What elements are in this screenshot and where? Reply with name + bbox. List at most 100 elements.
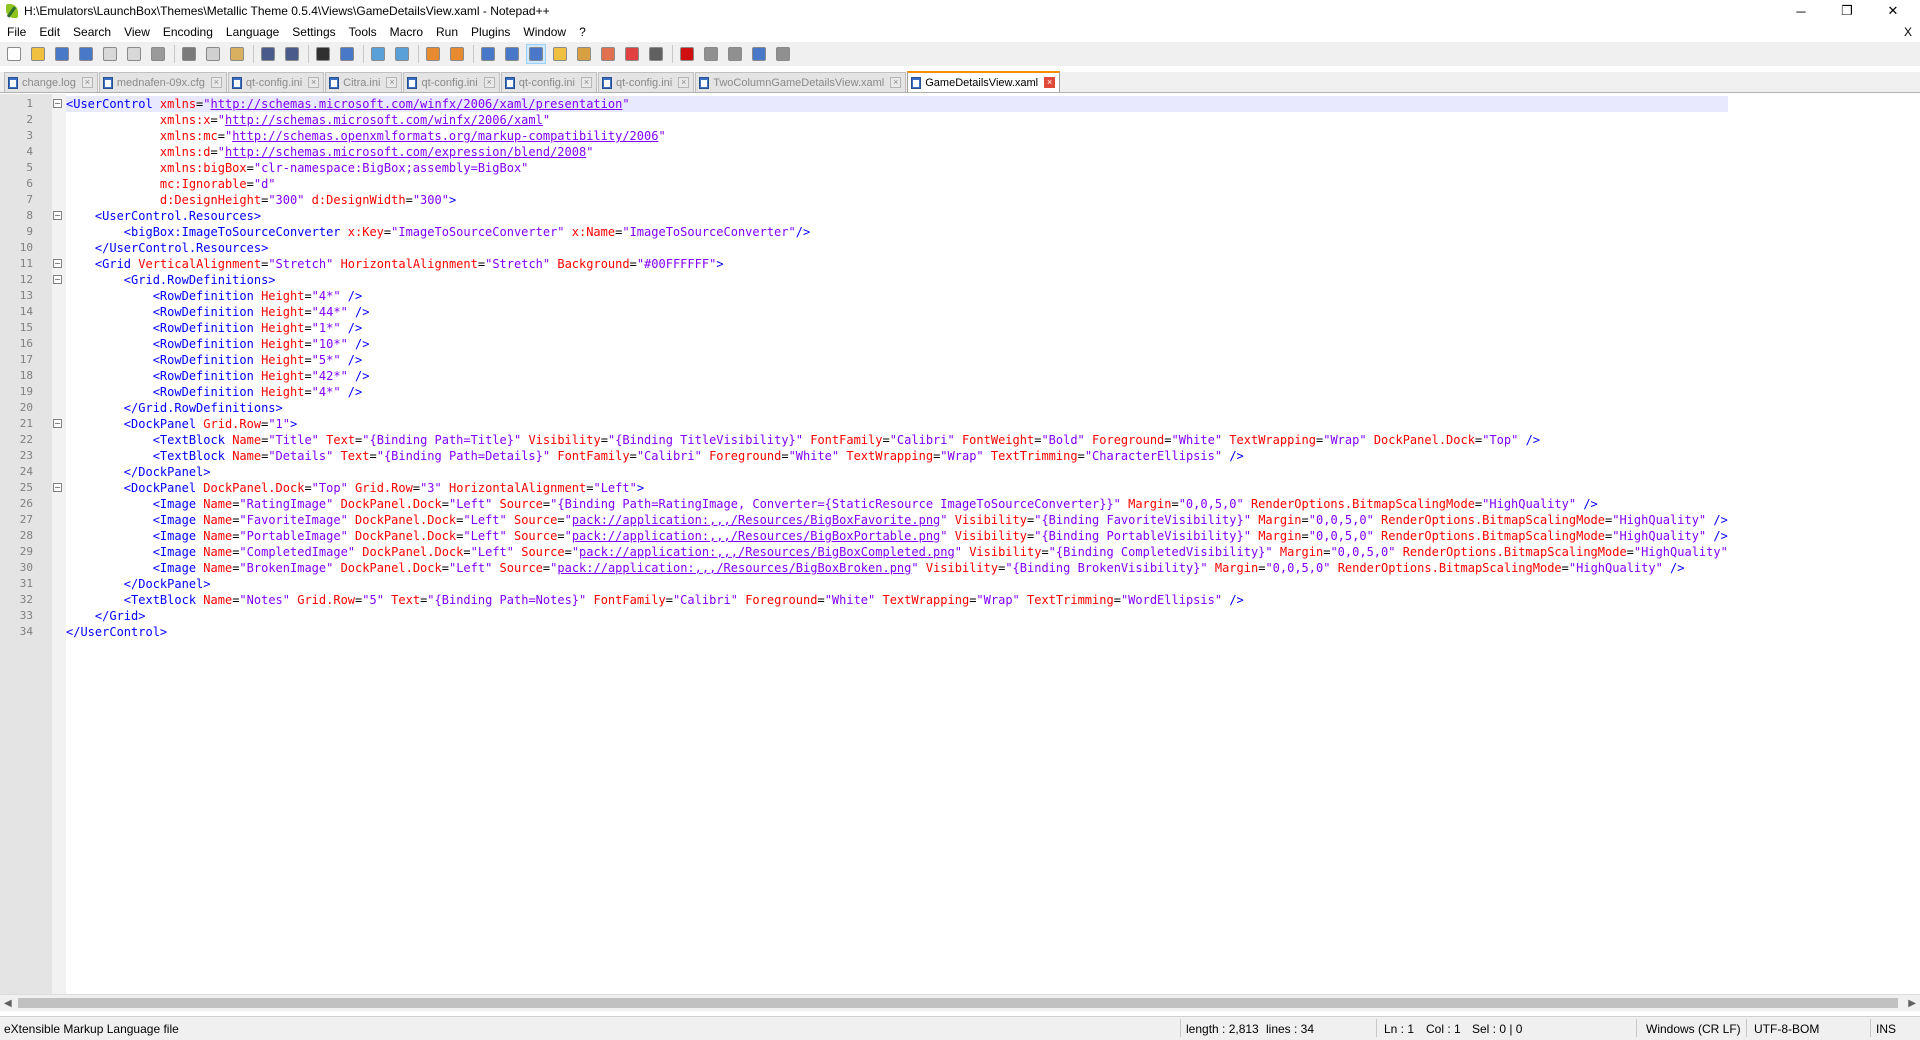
maximize-button[interactable]: ❐ [1824,0,1870,22]
tab-gamedetailsview-xaml[interactable]: GameDetailsView.xaml × [907,71,1061,92]
close-tab-icon[interactable]: × [483,77,495,88]
close-tab-icon[interactable]: × [890,77,902,88]
close-tab-icon[interactable]: × [678,77,690,88]
menu-edit[interactable]: Edit [32,22,66,42]
cut-button[interactable] [179,44,199,64]
code-line[interactable]: 1 <UserControl xmlns="http://schemas.micr… [26,96,1728,112]
tab-qt-config-ini[interactable]: qt-config.ini × [403,72,500,92]
fold-toggle-icon[interactable] [53,211,62,220]
eye-button[interactable] [646,44,666,64]
code-line[interactable]: 27 <Image Name = "FavoriteImage" DockPanel… [20,512,1728,528]
show-all-chars-button[interactable] [502,44,522,64]
print-button[interactable] [148,44,168,64]
menu-language[interactable]: Language [219,22,285,42]
horizontal-scrollbar[interactable]: ◀ ▶ [0,994,1920,1011]
indent-guide-button[interactable] [526,44,546,64]
find-button[interactable] [313,44,333,64]
redo-button[interactable] [282,44,302,64]
code-line[interactable]: 28 <Image Name = "PortableImage" DockPanel… [20,528,1728,544]
close-document-button[interactable]: X [1904,22,1912,42]
scroll-right-icon[interactable]: ▶ [1908,998,1916,1009]
menu-file[interactable]: File [0,22,32,42]
fold-toggle-icon[interactable] [53,419,62,428]
tab-change-log[interactable]: change.log × [4,72,98,92]
fold-toggle-icon[interactable] [53,483,62,492]
save-all-button[interactable] [76,44,96,64]
new-button[interactable] [4,44,24,64]
menu-search[interactable]: Search [66,22,117,42]
menu-encoding[interactable]: Encoding [156,22,219,42]
notepadpp-app-icon[interactable] [4,3,20,19]
code-line[interactable]: 6 mc:Ignorable="d" [26,176,1728,192]
close-tab-icon[interactable]: × [81,77,93,88]
code-line[interactable]: 25 <DockPanel DockPanel.Dock="Top" Grid.… [20,480,1728,496]
zoom-in-button[interactable] [368,44,388,64]
zoom-out-button[interactable] [392,44,412,64]
code-line[interactable]: 15 <RowDefinition Height="1*" /> [20,320,1728,336]
code-line[interactable]: 9 <bigBox:ImageToSourceConverter x:Key="… [26,224,1728,240]
menu-plugins[interactable]: Plugins [464,22,516,42]
function-list-button[interactable] [574,44,594,64]
code-line[interactable]: 26 <Image Name = "RatingImage" DockPanel.D… [20,496,1728,512]
save-macro-button[interactable] [773,44,793,64]
code-line[interactable]: 13 <RowDefinition Height="4*" /> [20,288,1728,304]
code-line[interactable]: 5 xmlns:bigBox="clr-namespace:BigBox;ass… [26,160,1728,176]
code-line[interactable]: 7 d:DesignHeight="300" d:DesignWidth="30… [26,192,1728,208]
open-button[interactable] [28,44,48,64]
folder-workspace-button[interactable] [598,44,618,64]
close-button[interactable] [100,44,120,64]
code-line[interactable]: 16 <RowDefinition Height="10*" /> [20,336,1728,352]
tab-qt-config-ini[interactable]: qt-config.ini × [597,72,695,92]
undo-button[interactable] [258,44,278,64]
code-line[interactable]: 34 </UserControl> [20,624,1728,640]
fold-margin[interactable] [52,94,66,994]
menu-tools[interactable]: Tools [342,22,383,42]
sync-horizontal-button[interactable] [447,44,467,64]
save-button[interactable] [52,44,72,64]
code-line[interactable]: 4 xmlns:d="http://schemas.microsoft.com/… [26,144,1728,160]
tab-citra-ini[interactable]: Citra.ini × [325,72,403,92]
code-line[interactable]: 22 <TextBlock Name="Title" Text="{Bindin… [20,432,1728,448]
close-tab-icon[interactable]: × [386,77,398,88]
status-eol[interactable]: Windows (CR LF) [1646,1022,1741,1036]
tab-twocolumngamedetailsview-xaml[interactable]: TwoColumnGameDetailsView.xaml × [695,72,907,92]
sync-vertical-button[interactable] [423,44,443,64]
code-line[interactable]: 33 </Grid> [20,608,1728,624]
code-line[interactable]: 12 <Grid.RowDefinitions> [20,272,1728,288]
code-line[interactable]: 30 <Image Name = "BrokenImage" DockPanel.D… [20,560,1728,576]
code-line[interactable]: 19 <RowDefinition Height="4*" /> [20,384,1728,400]
code-line[interactable]: 8 <UserControl.Resources> [26,208,1728,224]
status-insert-mode[interactable]: INS [1876,1022,1896,1036]
code-line[interactable]: 21 <DockPanel Grid.Row="1"> [20,416,1728,432]
close-tab-icon[interactable]: × [1044,77,1056,88]
tab-mednafen-09x-cfg[interactable]: mednafen-09x.cfg × [98,72,227,92]
code-line[interactable]: 29 <Image Name = "CompletedImage" DockPane… [20,544,1728,560]
code-line[interactable]: 3 xmlns:mc= "http://schemas.openxmlformat… [26,128,1728,144]
monitoring-button[interactable] [622,44,642,64]
status-encoding[interactable]: UTF-8-BOM [1754,1022,1819,1036]
replace-button[interactable] [337,44,357,64]
editor-area[interactable]: 1 <UserControl xmlns="http://schemas.micr… [0,94,1920,994]
scrollbar-thumb[interactable] [18,998,1898,1008]
menu-help[interactable]: ? [572,22,592,42]
stop-record-button[interactable] [701,44,721,64]
code-line[interactable]: 20 </Grid.RowDefinitions> [20,400,1728,416]
doc-map-button[interactable] [550,44,570,64]
close-tab-icon[interactable]: × [308,77,320,88]
code-line[interactable]: 17 <RowDefinition Height="5*" /> [20,352,1728,368]
close-all-button[interactable] [124,44,144,64]
run-macro-multiple-button[interactable] [749,44,769,64]
close-window-button[interactable]: ✕ [1870,0,1916,22]
close-tab-icon[interactable]: × [580,77,592,88]
menu-settings[interactable]: Settings [285,22,341,42]
scroll-left-icon[interactable]: ◀ [4,998,12,1009]
paste-button[interactable] [227,44,247,64]
code-line[interactable]: 10 </UserControl.Resources> [20,240,1728,256]
tab-qt-config-ini[interactable]: qt-config.ini × [500,72,597,92]
code-line[interactable]: 18 <RowDefinition Height="42*" /> [20,368,1728,384]
code-line[interactable]: 2 xmlns:x="http://schemas.microsoft.com/… [26,112,1728,128]
code-line[interactable]: 14 <RowDefinition Height="44*" /> [20,304,1728,320]
code-line[interactable]: 23 <TextBlock Name="Details" Text="{Bind… [20,448,1728,464]
code-line[interactable]: 11 <Grid VerticalAlignment="Stretch" Hor… [20,256,1728,272]
menu-view[interactable]: View [117,22,156,42]
